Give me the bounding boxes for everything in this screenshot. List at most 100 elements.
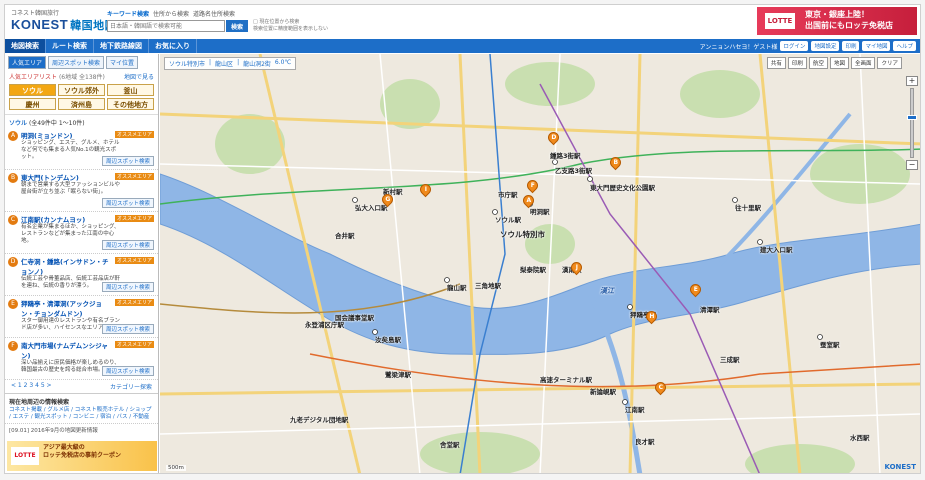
help-button[interactable]: ヘルプ (893, 41, 916, 51)
station-label[interactable]: 往十里駅 (735, 202, 761, 212)
fullscreen-button[interactable]: 全画面 (850, 57, 876, 69)
station-label[interactable]: 龍山駅 (447, 282, 467, 292)
spot-desc: 朝まで営業する大型ファッションビルや屋台街が立ち並ぶ「眠らない街」。 (21, 182, 121, 195)
list-item[interactable]: C 江南駅(カンナムヨッ) オススメエリア 有名企業が集まるほか、ショッピング、… (5, 212, 158, 254)
nearby-search-button[interactable]: 周辺スポット検索 (101, 156, 154, 166)
station-label[interactable]: 乙支路3街駅 (555, 165, 592, 175)
lotte-logo: LOTTE (765, 13, 795, 29)
spot-marker: B (8, 173, 18, 183)
map-canvas[interactable]: ソウル駅 市庁駅明洞駅 東大門歴史文化公園駅 鍾路3街駅乙支路3街駅往十里駅龍山駅 三角… (160, 54, 920, 473)
search-button[interactable]: 検索 (226, 20, 248, 32)
region-jeju[interactable]: 済州島 (58, 98, 105, 110)
station-label[interactable]: 鷺梁津駅 (385, 369, 411, 379)
region-other[interactable]: その他地方 (107, 98, 154, 110)
nav-map-search[interactable]: 地図検索 (5, 39, 46, 53)
tab-road-address-search[interactable]: 道路名住所検索 (193, 9, 235, 18)
login-button[interactable]: ログイン (780, 41, 809, 51)
station-label[interactable]: 明洞駅 (530, 206, 550, 216)
share-button[interactable]: 共有 (766, 57, 786, 69)
region-busan[interactable]: 釜山 (107, 84, 154, 96)
station-label[interactable]: 鍾路3街駅 (550, 150, 581, 160)
nearby-category-links[interactable]: コネスト掲載 / グルメ店 / コネスト販売ホテル / ショップ / エステ /… (5, 407, 158, 421)
nearby-search-button[interactable]: 周辺スポット検索 (101, 324, 154, 334)
station-label[interactable]: 良才駅 (635, 436, 655, 446)
station-label[interactable]: 三角地駅 (475, 280, 501, 290)
station-label[interactable]: 新論峴駅 (590, 386, 616, 396)
nearby-info-title: 現在地周辺の情報検索 (5, 393, 158, 407)
nav-route-search[interactable]: ルート検索 (46, 39, 94, 53)
list-item[interactable]: F 南大門市場(ナムデムンシジャン) オススメエリア 深い品揃えに庶民価格が楽し… (5, 338, 158, 380)
station-label[interactable]: 建大入口駅 (760, 244, 793, 254)
breadcrumb-city[interactable]: ソウル特別市 (169, 59, 205, 68)
tab-address-search[interactable]: 住所から検索 (153, 9, 189, 18)
print-button[interactable]: 印刷 (842, 41, 860, 51)
station-label[interactable]: 清潭駅 (700, 304, 720, 314)
station-label[interactable]: 九老デジタル団地駅 (290, 414, 348, 424)
map-pin-letter: H (649, 312, 655, 320)
station-label[interactable]: 東大門歴史文化公園駅 (590, 182, 655, 192)
my-map-button[interactable]: マイ地図 (862, 41, 891, 51)
tab-nearby-spots[interactable]: 周辺スポット検索 (48, 56, 105, 69)
spot-list: A 明洞(ミョンドン) オススメエリア ショッピング、エステ、グルメ、ホテルなど… (5, 128, 158, 380)
nav-subway-map[interactable]: 地下鉄路線図 (94, 39, 149, 53)
station-label[interactable]: 合井駅 (335, 230, 355, 240)
spot-title[interactable]: 狎鴎亭・清潭洞(アックジョン・チョンダムドン) (21, 298, 113, 318)
breadcrumb-district[interactable]: 龍山区 (215, 59, 233, 68)
view-on-map-link[interactable]: 地図で見る (124, 72, 154, 81)
spot-marker: F (8, 341, 18, 351)
station-label[interactable]: 汝矣島駅 (375, 334, 401, 344)
region-gyeongju[interactable]: 慶州 (9, 98, 56, 110)
station-label[interactable]: ソウル駅 (495, 214, 521, 224)
station-label[interactable]: 江南駅 (625, 404, 645, 414)
map-update-news[interactable]: [09.01] 2016年9月の地図更新情報 (5, 423, 158, 436)
spot-title[interactable]: 江南駅(カンナムヨッ) (21, 214, 113, 224)
tab-my-location[interactable]: マイ位置 (106, 56, 139, 69)
nearby-search-button[interactable]: 周辺スポット検索 (101, 366, 154, 376)
ad-banner-bottom[interactable]: LOTTE アジア最大級の ロッテ免税店の事前クーポン (7, 441, 157, 471)
station-label[interactable]: 永登浦区庁駅 (305, 319, 344, 329)
region-seoul[interactable]: ソウル (9, 84, 56, 96)
zoom-slider[interactable] (907, 88, 917, 158)
region-seoul-suburbs[interactable]: ソウル郊外 (58, 84, 105, 96)
station-label[interactable]: 高速ターミナル駅 (540, 374, 592, 384)
list-item[interactable]: D 仁寺洞・鍾路(インサドン・チョンノ) オススメエリア 伝統工芸や骨董品店、伝… (5, 254, 158, 296)
list-item[interactable]: B 東大門(トンデムン) オススメエリア 朝まで営業する大型ファッションビルや屋… (5, 170, 158, 212)
zoom-slider-handle[interactable] (907, 115, 917, 120)
spot-marker: C (8, 215, 18, 225)
clear-button[interactable]: クリア (877, 57, 902, 69)
station-label[interactable]: 蚕室駅 (820, 339, 840, 349)
station-label[interactable]: 市庁駅 (498, 189, 518, 199)
spot-title[interactable]: 仁寺洞・鍾路(インサドン・チョンノ) (21, 256, 113, 276)
site-logo[interactable]: コネスト韓国旅行 KONEST 韓国地図 (11, 8, 116, 33)
zoom-in-icon[interactable]: + (906, 76, 918, 86)
spot-title[interactable]: 明洞(ミョンドン) (21, 130, 113, 140)
list-item[interactable]: A 明洞(ミョンドン) オススメエリア ショッピング、エステ、グルメ、ホテルなど… (5, 128, 158, 170)
list-item[interactable]: E 狎鴎亭・清潭洞(アックジョン・チョンダムドン) オススメエリア スター御用達… (5, 296, 158, 338)
tab-keyword-search[interactable]: キーワード検索 (107, 9, 149, 18)
map-view-button[interactable]: 地図 (829, 57, 849, 69)
spot-title[interactable]: 東大門(トンデムン) (21, 172, 113, 182)
search-input[interactable] (107, 20, 225, 32)
page-links[interactable]: < 1 2 3 4 5 > (11, 382, 52, 391)
ad-banner-top[interactable]: LOTTE 東京・銀座上陸！ 出国前にもロッテ免税店 (757, 7, 917, 35)
nearby-search-button[interactable]: 周辺スポット検索 (101, 282, 154, 292)
nav-favorites[interactable]: お気に入り (149, 39, 197, 53)
breadcrumb-dong[interactable]: 龍山洞2街 (243, 59, 271, 68)
category-explore-link[interactable]: カテゴリー探索 (110, 382, 152, 391)
spot-title[interactable]: 南大門市場(ナムデムンシジャン) (21, 340, 113, 360)
nearby-search-button[interactable]: 周辺スポット検索 (101, 240, 154, 250)
popular-label: 人気エリアリスト (6地域 全138件) (9, 74, 105, 81)
station-label[interactable]: 水西駅 (850, 432, 870, 442)
zoom-out-icon[interactable]: − (906, 160, 918, 170)
aerial-view-button[interactable]: 航空 (808, 57, 828, 69)
nearby-search-button[interactable]: 周辺スポット検索 (101, 198, 154, 208)
map-pin-letter: A (526, 196, 532, 204)
tab-popular-area[interactable]: 人気エリア (8, 56, 47, 69)
station-label[interactable]: 舎堂駅 (440, 439, 460, 449)
map-settings-button[interactable]: 地図設定 (811, 41, 840, 51)
station-label[interactable]: 三成駅 (720, 354, 740, 364)
station-label[interactable]: 梨泰院駅 (520, 264, 546, 274)
river-label: 漢江 (600, 287, 614, 295)
current-location-checkbox[interactable]: □ 現在位置から検索 (253, 19, 328, 26)
map-print-button[interactable]: 印刷 (787, 57, 807, 69)
